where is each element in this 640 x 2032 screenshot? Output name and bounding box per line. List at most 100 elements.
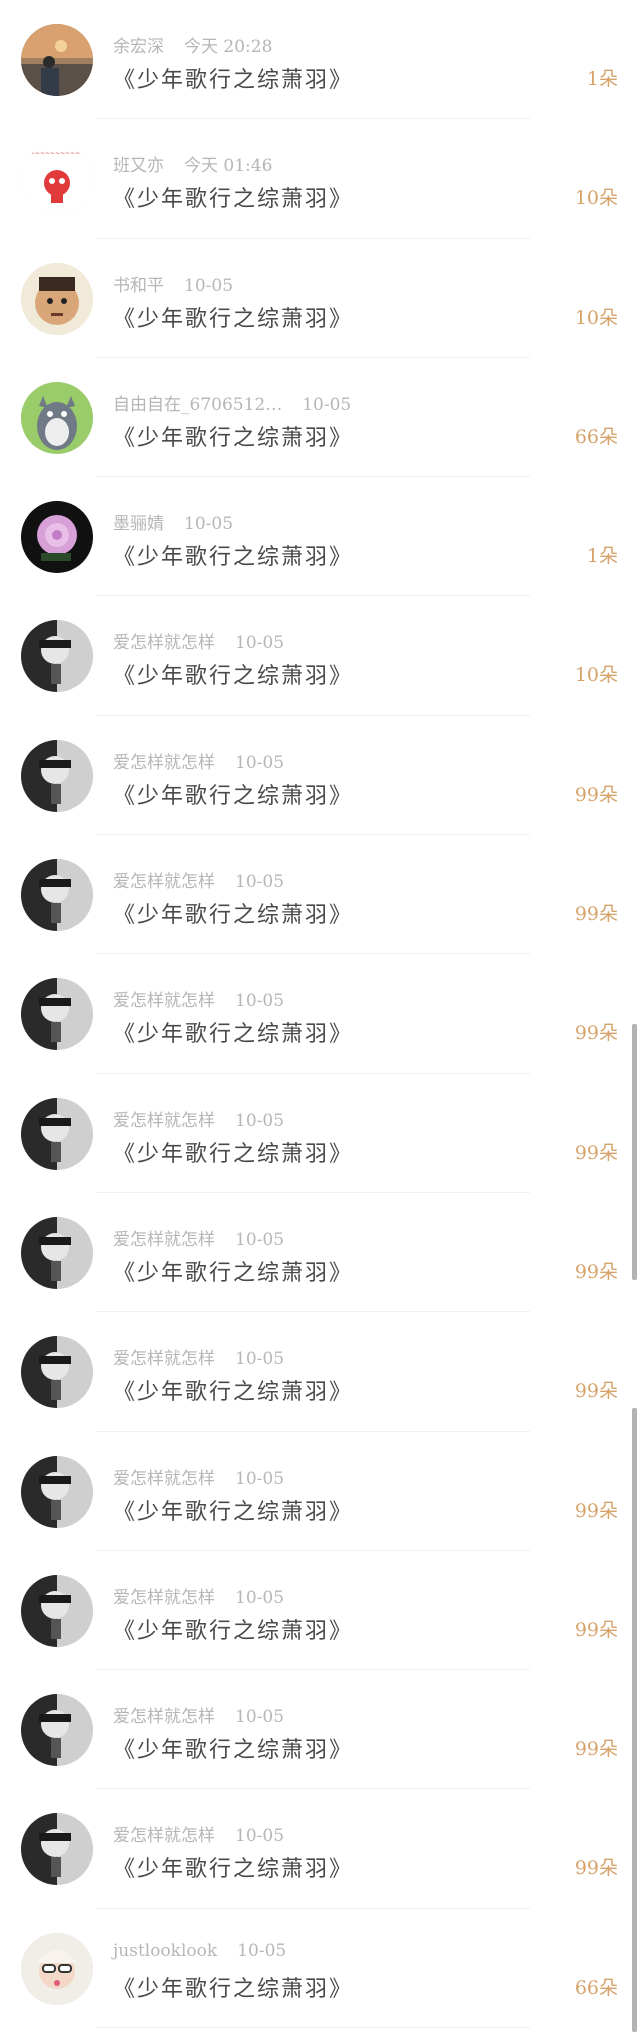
user-name[interactable]: 爱怎样就怎样	[113, 1111, 215, 1131]
book-title[interactable]: 《少年歌行之综萧羽》	[113, 539, 353, 571]
timestamp: 10-05	[235, 1229, 285, 1250]
user-name[interactable]: 爱怎样就怎样	[113, 753, 215, 773]
flower-count: 99朵	[574, 1499, 618, 1522]
flower-count: 99朵	[574, 783, 618, 806]
gift-record-list: 余宏深 今天 20:28 《少年歌行之综萧羽》 1朵 ~~~~~~~~~~~ 班又…	[0, 0, 640, 2029]
flower-count: 66朵	[574, 1976, 618, 1999]
list-item[interactable]: 爱怎样就怎样 10-05 《少年歌行之综萧羽》 99朵	[0, 1193, 640, 1313]
scrollbar[interactable]	[632, 1024, 637, 1280]
gray-portrait-avatar[interactable]	[21, 1097, 93, 1170]
list-item[interactable]: 自由自在_6706512… 10-05 《少年歌行之综萧羽》 66朵	[0, 358, 640, 478]
list-item[interactable]: 爱怎样就怎样 10-05 《少年歌行之综萧羽》 99朵	[0, 1074, 640, 1194]
pink-rose-avatar[interactable]	[21, 501, 93, 574]
gray-portrait-avatar[interactable]	[21, 739, 93, 812]
user-name[interactable]: 墨骊婧	[113, 514, 164, 534]
list-item[interactable]: 爱怎样就怎样 10-05 《少年歌行之综萧羽》 99朵	[0, 954, 640, 1074]
flower-count: 99朵	[574, 1022, 618, 1045]
flower-count: 1朵	[586, 545, 618, 568]
book-title[interactable]: 《少年歌行之综萧羽》	[113, 1016, 353, 1048]
user-name[interactable]: justlooklook	[113, 1941, 217, 1961]
book-title[interactable]: 《少年歌行之综萧羽》	[113, 1136, 353, 1168]
gray-portrait-avatar[interactable]	[21, 1813, 93, 1886]
timestamp: 今天 01:46	[184, 156, 273, 177]
red-cartoon-avatar[interactable]: ~~~~~~~~~~~	[21, 143, 93, 216]
totoro-avatar[interactable]	[21, 381, 93, 454]
flower-count: 99朵	[574, 1857, 618, 1880]
gray-portrait-avatar[interactable]	[21, 620, 93, 693]
book-title[interactable]: 《少年歌行之综萧羽》	[113, 897, 353, 929]
user-name[interactable]: 爱怎样就怎样	[113, 991, 215, 1011]
timestamp: 10-05	[184, 514, 234, 535]
flower-count: 10朵	[574, 306, 618, 329]
list-item[interactable]: 爱怎样就怎样 10-05 《少年歌行之综萧羽》 99朵	[0, 1551, 640, 1671]
list-item[interactable]: 爱怎样就怎样 10-05 《少年歌行之综萧羽》 99朵	[0, 1432, 640, 1552]
book-title[interactable]: 《少年歌行之综萧羽》	[113, 1494, 353, 1526]
flower-count: 99朵	[574, 1380, 618, 1403]
book-title[interactable]: 《少年歌行之综萧羽》	[113, 1971, 353, 2003]
user-name[interactable]: 爱怎样就怎样	[113, 1588, 215, 1608]
list-item[interactable]: 爱怎样就怎样 10-05 《少年歌行之综萧羽》 99朵	[0, 1670, 640, 1790]
gray-portrait-avatar[interactable]	[21, 1216, 93, 1289]
list-item[interactable]: 爱怎样就怎样 10-05 《少年歌行之综萧羽》 99朵	[0, 716, 640, 836]
timestamp: 10-05	[235, 1468, 285, 1489]
flower-count: 99朵	[574, 1260, 618, 1283]
list-item[interactable]: ~~~~~~~~~~~ 班又亦 今天 01:46 《少年歌行之综萧羽》 10朵	[0, 119, 640, 239]
scrollbar[interactable]	[632, 1408, 637, 2032]
gray-portrait-avatar[interactable]	[21, 1455, 93, 1528]
user-name[interactable]: 爱怎样就怎样	[113, 1707, 215, 1727]
girl-sunglasses-avatar[interactable]	[21, 1932, 93, 2005]
user-name[interactable]: 书和平	[113, 276, 164, 296]
book-title[interactable]: 《少年歌行之综萧羽》	[113, 301, 353, 333]
baby-face-avatar[interactable]	[21, 262, 93, 335]
list-item[interactable]: 墨骊婧 10-05 《少年歌行之综萧羽》 1朵	[0, 477, 640, 597]
book-title[interactable]: 《少年歌行之综萧羽》	[113, 1851, 353, 1883]
book-title[interactable]: 《少年歌行之综萧羽》	[113, 1732, 353, 1764]
timestamp: 10-05	[235, 633, 285, 654]
sunset-avatar[interactable]	[21, 24, 93, 96]
list-item[interactable]: 爱怎样就怎样 10-05 《少年歌行之综萧羽》 99朵	[0, 835, 640, 955]
timestamp: 10-05	[235, 1110, 285, 1131]
book-title[interactable]: 《少年歌行之综萧羽》	[113, 778, 353, 810]
timestamp: 10-05	[235, 1826, 285, 1847]
user-name[interactable]: 爱怎样就怎样	[113, 633, 215, 653]
user-name[interactable]: 爱怎样就怎样	[113, 1826, 215, 1846]
user-name[interactable]: 爱怎样就怎样	[113, 1349, 215, 1369]
gray-portrait-avatar[interactable]	[21, 1574, 93, 1647]
flower-count: 99朵	[574, 1738, 618, 1761]
book-title[interactable]: 《少年歌行之综萧羽》	[113, 1255, 353, 1287]
user-name[interactable]: 班又亦	[113, 156, 164, 176]
book-title[interactable]: 《少年歌行之综萧羽》	[113, 181, 353, 213]
flower-count: 10朵	[574, 664, 618, 687]
list-item[interactable]: justlooklook 10-05 《少年歌行之综萧羽》 66朵	[0, 1909, 640, 2029]
list-item[interactable]: 爱怎样就怎样 10-05 《少年歌行之综萧羽》 99朵	[0, 1789, 640, 1910]
flower-count: 66朵	[574, 425, 618, 448]
book-title[interactable]: 《少年歌行之综萧羽》	[113, 62, 353, 94]
book-title[interactable]: 《少年歌行之综萧羽》	[113, 420, 353, 452]
gray-portrait-avatar[interactable]	[21, 978, 93, 1051]
user-name[interactable]: 余宏深	[113, 37, 164, 57]
timestamp: 10-05	[235, 1587, 285, 1608]
timestamp: 10-05	[184, 275, 234, 296]
timestamp: 10-05	[235, 752, 285, 773]
user-name[interactable]: 爱怎样就怎样	[113, 1469, 215, 1489]
gray-portrait-avatar[interactable]	[21, 1694, 93, 1767]
book-title[interactable]: 《少年歌行之综萧羽》	[113, 1374, 353, 1406]
timestamp: 10-05	[237, 1940, 287, 1961]
book-title[interactable]: 《少年歌行之综萧羽》	[113, 658, 353, 690]
user-name[interactable]: 自由自在_6706512…	[113, 395, 282, 415]
list-item[interactable]: 书和平 10-05 《少年歌行之综萧羽》 10朵	[0, 239, 640, 359]
list-item[interactable]: 爱怎样就怎样 10-05 《少年歌行之综萧羽》 99朵	[0, 1312, 640, 1432]
list-item[interactable]: 余宏深 今天 20:28 《少年歌行之综萧羽》 1朵	[0, 0, 640, 120]
timestamp: 10-05	[302, 394, 352, 415]
flower-count: 1朵	[586, 68, 618, 90]
book-title[interactable]: 《少年歌行之综萧羽》	[113, 1613, 353, 1645]
user-name[interactable]: 爱怎样就怎样	[113, 1230, 215, 1250]
flower-count: 99朵	[574, 903, 618, 926]
timestamp: 10-05	[235, 1349, 285, 1370]
flower-count: 99朵	[574, 1618, 618, 1641]
gray-portrait-avatar[interactable]	[21, 859, 93, 932]
timestamp: 10-05	[235, 1707, 285, 1728]
user-name[interactable]: 爱怎样就怎样	[113, 872, 215, 892]
list-item[interactable]: 爱怎样就怎样 10-05 《少年歌行之综萧羽》 10朵	[0, 596, 640, 717]
gray-portrait-avatar[interactable]	[21, 1336, 93, 1409]
